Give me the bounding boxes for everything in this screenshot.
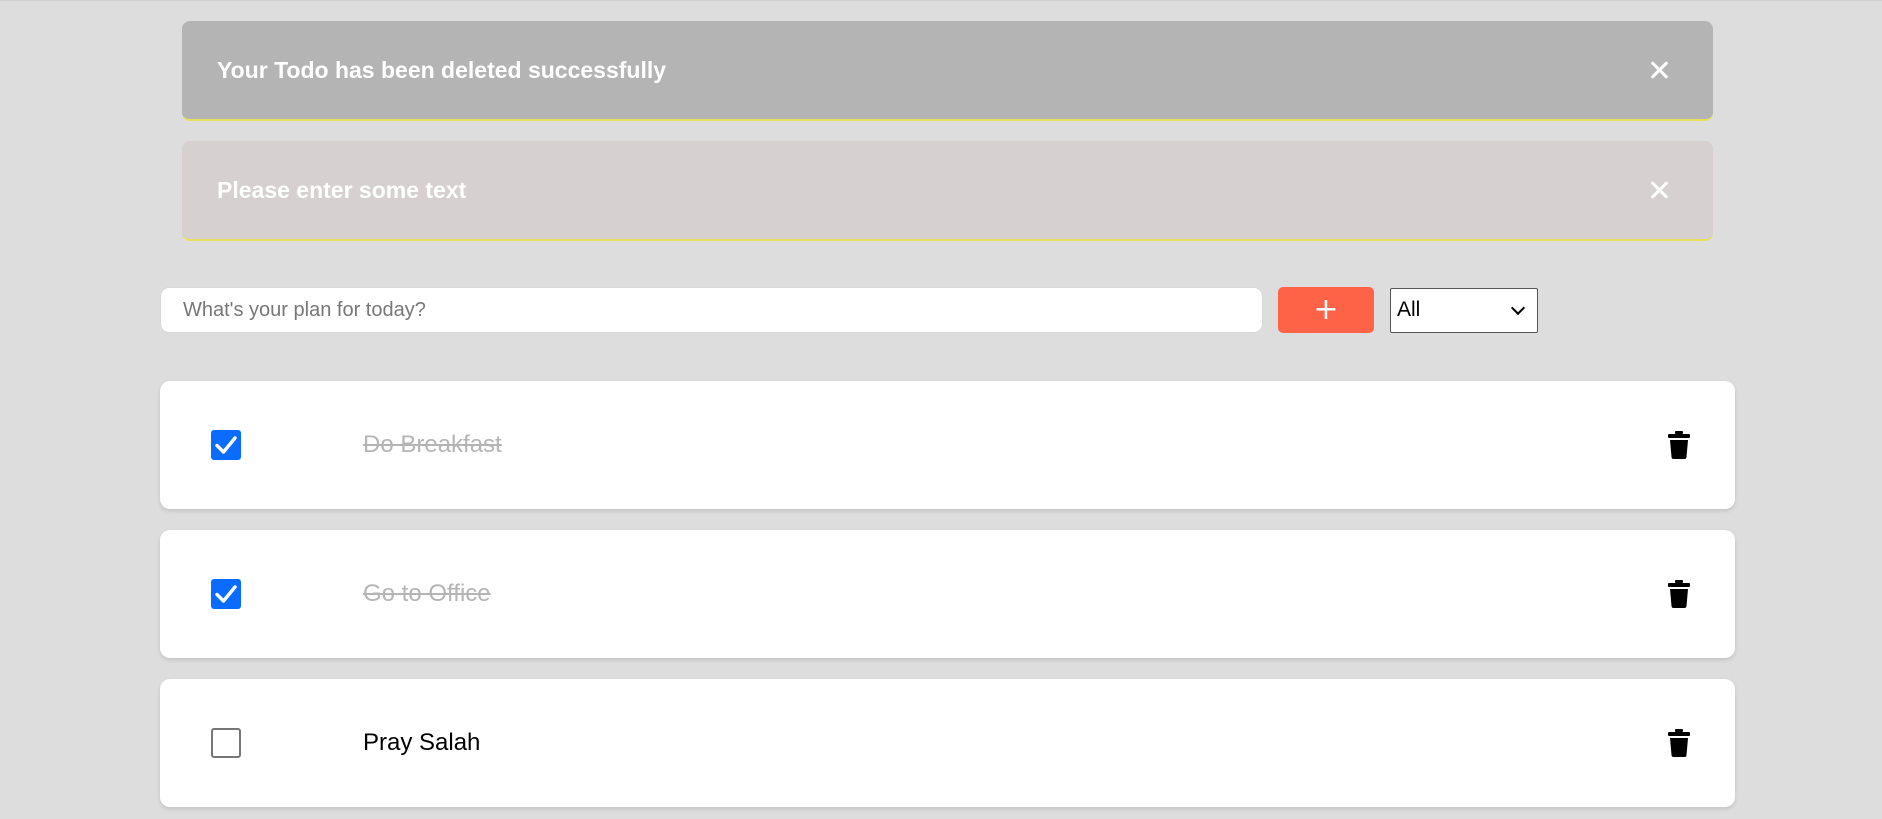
- todo-form: + All: [160, 287, 1538, 333]
- notification-message: Please enter some text: [217, 176, 467, 203]
- notification-message: Your Todo has been deleted successfully: [217, 56, 667, 83]
- chevron-down-icon: [1510, 300, 1526, 315]
- todo-checkbox[interactable]: [211, 579, 241, 609]
- add-todo-button[interactable]: +: [1278, 287, 1374, 333]
- notification-empty-text: Please enter some text: [182, 141, 1713, 241]
- todo-checkbox[interactable]: [211, 430, 241, 460]
- todo-text: Go to Office: [363, 580, 491, 607]
- todo-item: Go to Office: [160, 530, 1735, 658]
- trash-icon[interactable]: [1668, 431, 1690, 459]
- trash-icon[interactable]: [1668, 729, 1690, 757]
- todo-checkbox[interactable]: [211, 728, 241, 758]
- todo-input[interactable]: [160, 287, 1263, 333]
- todo-list: Do Breakfast Go to Office Pray Salah: [160, 381, 1735, 819]
- filter-selected-value: All: [1397, 298, 1421, 321]
- close-icon[interactable]: [1648, 179, 1670, 201]
- filter-select[interactable]: All: [1390, 287, 1538, 333]
- check-icon: [215, 436, 237, 454]
- check-icon: [215, 585, 237, 603]
- todo-app: Your Todo has been deleted successfully …: [0, 0, 1882, 819]
- todo-text: Do Breakfast: [363, 431, 502, 458]
- todo-item: Pray Salah: [160, 679, 1735, 807]
- close-icon[interactable]: [1648, 59, 1670, 81]
- trash-icon[interactable]: [1668, 580, 1690, 608]
- todo-text: Pray Salah: [363, 729, 481, 756]
- todo-item: Do Breakfast: [160, 381, 1735, 509]
- notification-deleted: Your Todo has been deleted successfully: [182, 21, 1713, 121]
